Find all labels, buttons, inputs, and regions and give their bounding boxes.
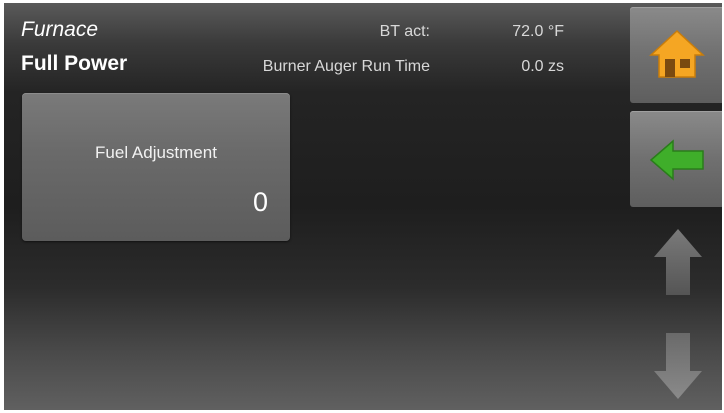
- bt-actual-label: BT act:: [379, 23, 430, 40]
- operating-mode: Full Power: [21, 52, 128, 75]
- home-icon: [649, 29, 705, 79]
- fuel-adjustment-label: Fuel Adjustment: [95, 143, 217, 162]
- back-button[interactable]: [630, 111, 722, 207]
- page-title: Furnace: [21, 18, 99, 41]
- home-button[interactable]: [630, 7, 722, 103]
- fuel-adjustment-tile[interactable]: Fuel Adjustment 0: [22, 93, 290, 241]
- back-arrow-icon: [649, 139, 705, 181]
- auger-runtime-label: Burner Auger Run Time: [262, 58, 430, 75]
- bt-actual-value: 72.0 °F: [512, 23, 564, 40]
- up-arrow-icon[interactable]: [652, 227, 704, 297]
- down-arrow-icon[interactable]: [652, 331, 704, 401]
- auger-runtime-value: 0.0 zs: [521, 58, 564, 75]
- furnace-screen: Furnace Full Power BT act: 72.0 °F Burne…: [4, 3, 722, 410]
- fuel-adjustment-value: 0: [252, 187, 268, 217]
